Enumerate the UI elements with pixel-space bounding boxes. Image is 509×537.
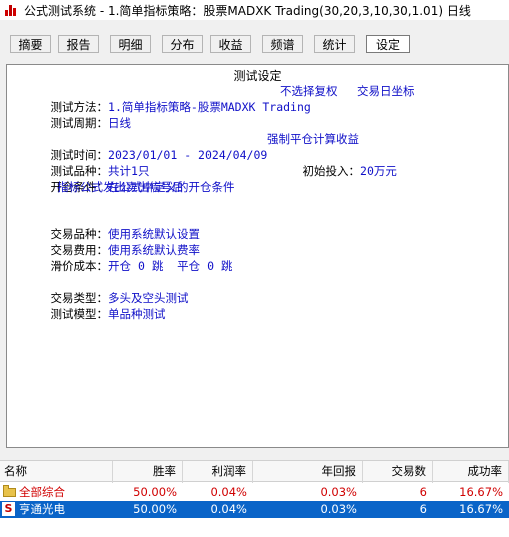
row-profit: 0.04% <box>210 485 247 499</box>
row-annual: 0.03% <box>320 502 357 516</box>
period-value: 日线 <box>108 116 132 130</box>
row-name: 亨通光电 <box>19 502 65 516</box>
row-success: 16.67% <box>459 485 503 499</box>
col-header-success[interactable]: 成功率 <box>433 461 509 483</box>
model-value: 单品种测试 <box>108 307 166 321</box>
row-win-rate: 50.00% <box>133 502 177 516</box>
col-header-profit[interactable]: 利润率 <box>183 461 253 483</box>
time-line: 测试时间：2023/01/01 - 2024/04/09 <box>9 131 268 162</box>
row-annual: 0.03% <box>320 485 357 499</box>
trade-day-axis-label: 交易日坐标 <box>357 84 415 98</box>
tab-returns[interactable]: 收益 <box>210 35 251 53</box>
window-title: 公式测试系统 - 1.简单指标策略：股票MADXK Trading(30,20,… <box>24 3 471 18</box>
row-win-rate: 50.00% <box>133 485 177 499</box>
col-header-win-rate[interactable]: 胜率 <box>113 461 183 483</box>
row-trades: 6 <box>419 502 427 516</box>
slippage-value: 开仓 0 跳 平仓 0 跳 <box>108 259 233 273</box>
tab-statistics[interactable]: 统计 <box>314 35 355 53</box>
tab-report[interactable]: 报告 <box>58 35 99 53</box>
results-table: 名称 胜率 利润率 年回报 交易数 成功率 全部综合 50.00% 0.04% … <box>0 460 509 537</box>
settings-heading: 测试设定 <box>233 69 282 83</box>
no-restore-label: 不选择复权 <box>280 84 338 98</box>
s-badge-icon: S <box>2 502 15 516</box>
model-line: 测试模型：单品种测试 <box>9 290 166 321</box>
model-label: 测试模型： <box>50 307 109 321</box>
row-profit: 0.04% <box>210 502 247 516</box>
open-line: 开仓条件：在公式中定义的开仓条件 <box>9 163 235 194</box>
settings-panel: 测试设定 测试方法：1.简单指标策略-股票MADXK Trading 不选择复权… <box>6 64 509 448</box>
variety-line: 测试品种：共计1只 <box>9 147 150 178</box>
fee-line: 交易费用：使用系统默认费率 <box>9 226 201 257</box>
folder-icon <box>3 485 16 497</box>
period-line: 测试周期：日线 <box>9 99 132 130</box>
tab-spectrum[interactable]: 频谱 <box>262 35 303 53</box>
initial-label: 初始投入： <box>302 164 361 178</box>
col-header-trades[interactable]: 交易数 <box>363 461 433 483</box>
app-chart-icon <box>4 3 18 17</box>
tab-settings[interactable]: 设定 <box>366 35 410 53</box>
slippage-line: 滑价成本：开仓 0 跳 平仓 0 跳 <box>9 242 233 273</box>
tab-details[interactable]: 明细 <box>110 35 151 53</box>
tab-bar: 摘要 报告 明细 分布 收益 频谱 统计 设定 <box>0 32 509 56</box>
row-trades: 6 <box>419 485 427 499</box>
method-value: 1.简单指标策略-股票MADXK Trading <box>108 100 311 114</box>
open-value-2: 指标公式发出卖出信号后 <box>57 180 184 194</box>
col-header-name[interactable]: 名称 <box>0 461 113 483</box>
app-window: 公式测试系统 - 1.简单指标策略：股票MADXK Trading(30,20,… <box>0 0 509 537</box>
trade-type-line: 交易类型：多头及空头测试 <box>9 274 189 305</box>
tab-distribution[interactable]: 分布 <box>162 35 203 53</box>
table-row-selected[interactable]: S 亨通光电 50.00% 0.04% 0.03% 6 16.67% <box>0 501 509 518</box>
row-name: 全部综合 <box>19 485 65 499</box>
table-header: 名称 胜率 利润率 年回报 交易数 成功率 <box>0 460 509 483</box>
row-success: 16.67% <box>459 502 503 516</box>
slippage-label: 滑价成本： <box>50 259 109 273</box>
col-header-annual[interactable]: 年回报 <box>253 461 363 483</box>
initial-line: 初始投入：20万元 <box>261 147 397 178</box>
period-label: 测试周期： <box>50 116 109 130</box>
tab-summary[interactable]: 摘要 <box>10 35 51 53</box>
title-bar: 公式测试系统 - 1.简单指标策略：股票MADXK Trading(30,20,… <box>0 0 509 20</box>
trade-variety-line: 交易品种：使用系统默认设置 <box>9 210 201 241</box>
force-close-label: 强制平仓计算收益 <box>267 132 359 146</box>
initial-value: 20万元 <box>360 164 397 178</box>
table-row[interactable]: 全部综合 50.00% 0.04% 0.03% 6 16.67% <box>0 484 509 501</box>
method-line: 测试方法：1.简单指标策略-股票MADXK Trading <box>9 83 311 114</box>
